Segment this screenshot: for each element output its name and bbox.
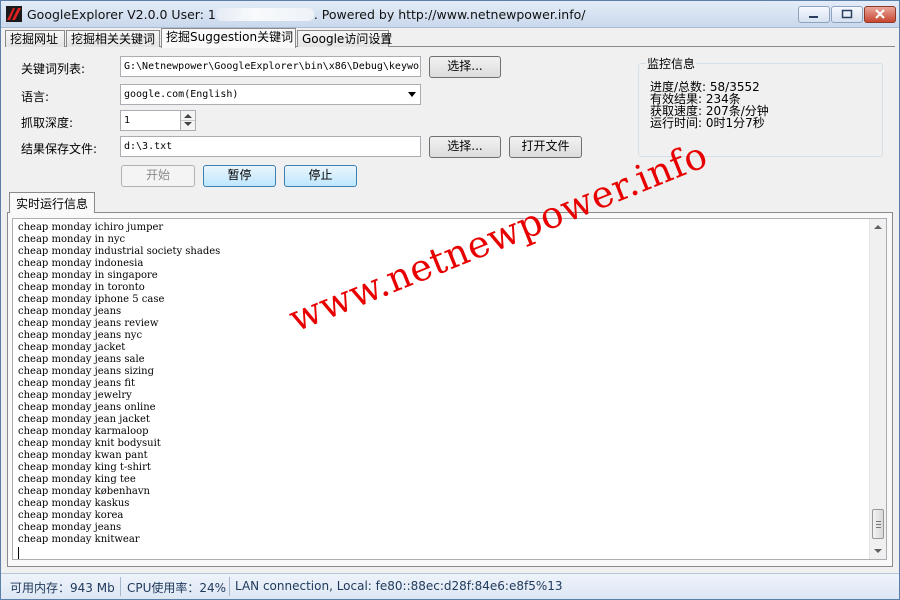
window-title-prefix: GoogleExplorer V2.0.0 User: 1 — [27, 7, 216, 22]
app-icon — [6, 6, 22, 22]
language-label: 语言: — [21, 90, 50, 104]
status-network: LAN connection, Local: fe80::88ec:d28f:8… — [235, 579, 563, 593]
log-line: cheap monday jeans nyc — [18, 330, 143, 341]
depth-spin-buttons[interactable] — [180, 111, 195, 130]
save-file-field[interactable]: d:\3.txt — [120, 136, 421, 157]
tab-mine-suggestion-keywords[interactable]: 挖掘Suggestion关键词 — [161, 28, 296, 48]
window-title-suffix: . Powered by http://www.netnewpower.info… — [313, 7, 586, 22]
app-window: GoogleExplorer V2.0.0 User: 1 . Powered b… — [0, 0, 900, 600]
log-line: cheap monday jean jacket — [18, 414, 150, 425]
close-button[interactable] — [864, 6, 896, 23]
spin-divider — [181, 120, 195, 121]
language-selected-value: google.com(English) — [124, 89, 239, 100]
save-file-label: 结果保存文件: — [21, 142, 98, 156]
log-line: cheap monday ichiro jumper — [18, 222, 164, 233]
log-line: cheap monday jacket — [18, 342, 126, 353]
log-line: cheap monday jeans fit — [18, 378, 136, 389]
minimize-icon — [809, 16, 818, 18]
tab-google-access-settings[interactable]: Google访问设置 — [297, 30, 392, 47]
tab-realtime-info[interactable]: 实时运行信息 — [9, 192, 96, 213]
status-separator — [120, 577, 121, 596]
monitor-runtime: 运行时间: 0时1分7秒 — [650, 116, 765, 130]
status-cpu: CPU使用率：24% — [127, 581, 227, 595]
log-line: cheap monday jeans — [18, 306, 122, 317]
log-line: cheap monday iphone 5 case — [18, 294, 165, 305]
scroll-down-icon[interactable] — [874, 549, 882, 553]
window-title: GoogleExplorer V2.0.0 User: 1 . Powered b… — [27, 7, 585, 22]
stop-button[interactable]: 停止 — [284, 165, 357, 187]
log-line: cheap monday kwan pant — [18, 450, 148, 461]
log-line: cheap monday knit bodysuit — [18, 438, 161, 449]
tab-mine-urls[interactable]: 挖掘网址 — [5, 30, 65, 47]
dropdown-arrow-icon — [408, 92, 416, 97]
language-select[interactable]: google.com(English) — [120, 84, 421, 105]
keyword-list-label: 关键词列表: — [21, 62, 86, 76]
log-lines: cheap monday ichiro jumper cheap monday i… — [18, 222, 220, 546]
redacted-username — [215, 8, 314, 21]
log-line: cheap monday jewelry — [18, 390, 132, 401]
log-line: cheap monday in singapore — [18, 270, 158, 281]
text-caret — [18, 547, 19, 559]
pause-button[interactable]: 暂停 — [203, 165, 276, 187]
monitor-title: 监控信息 — [646, 55, 697, 72]
log-line: cheap monday king tee — [18, 474, 136, 485]
spin-down-icon[interactable] — [184, 122, 192, 126]
log-scrollbar[interactable] — [869, 219, 886, 559]
status-memory: 可用内存：943 Mb — [10, 581, 115, 595]
title-bar[interactable]: GoogleExplorer V2.0.0 User: 1 . Powered b… — [1, 1, 899, 28]
log-line: cheap monday jeans sale — [18, 354, 145, 365]
log-line: cheap monday king t-shirt — [18, 462, 151, 473]
log-line: cheap monday knitwear — [18, 534, 140, 545]
log-line: cheap monday kaskus — [18, 498, 130, 509]
log-line: cheap monday københavn — [18, 486, 150, 497]
start-button[interactable]: 开始 — [121, 165, 195, 187]
log-line: cheap monday karmaloop — [18, 426, 149, 437]
status-bar: 可用内存：943 Mb CPU使用率：24% LAN connection, L… — [1, 573, 899, 599]
log-line: cheap monday korea — [18, 510, 124, 521]
log-line: cheap monday industrial society shades — [18, 246, 221, 257]
close-icon — [875, 9, 885, 19]
log-line: cheap monday jeans — [18, 522, 122, 533]
choose-save-file-button[interactable]: 选择... — [429, 136, 501, 158]
depth-value: 1 — [124, 115, 131, 126]
depth-label: 抓取深度: — [21, 116, 74, 130]
depth-stepper[interactable]: 1 — [120, 110, 196, 131]
spin-up-icon[interactable] — [184, 114, 192, 118]
maximize-icon — [841, 9, 853, 19]
scroll-up-icon[interactable] — [874, 225, 882, 229]
maximize-button[interactable] — [831, 6, 863, 23]
log-line: cheap monday in nyc — [18, 234, 126, 245]
log-line: cheap monday jeans review — [18, 318, 159, 329]
minimize-button[interactable] — [798, 6, 830, 23]
tab-mine-related-keywords[interactable]: 挖掘相关关键词 — [66, 30, 160, 47]
open-file-button[interactable]: 打开文件 — [509, 136, 582, 158]
log-line: cheap monday in toronto — [18, 282, 145, 293]
log-line: cheap monday jeans sizing — [18, 366, 155, 377]
keyword-list-field[interactable]: G:\Netnewpower\GoogleExplorer\bin\x86\De… — [120, 56, 421, 77]
scroll-thumb[interactable] — [872, 509, 884, 539]
log-line: cheap monday indonesia — [18, 258, 144, 269]
choose-keyword-file-button[interactable]: 选择... — [429, 56, 501, 78]
status-separator — [229, 577, 230, 596]
log-line: cheap monday jeans online — [18, 402, 156, 413]
